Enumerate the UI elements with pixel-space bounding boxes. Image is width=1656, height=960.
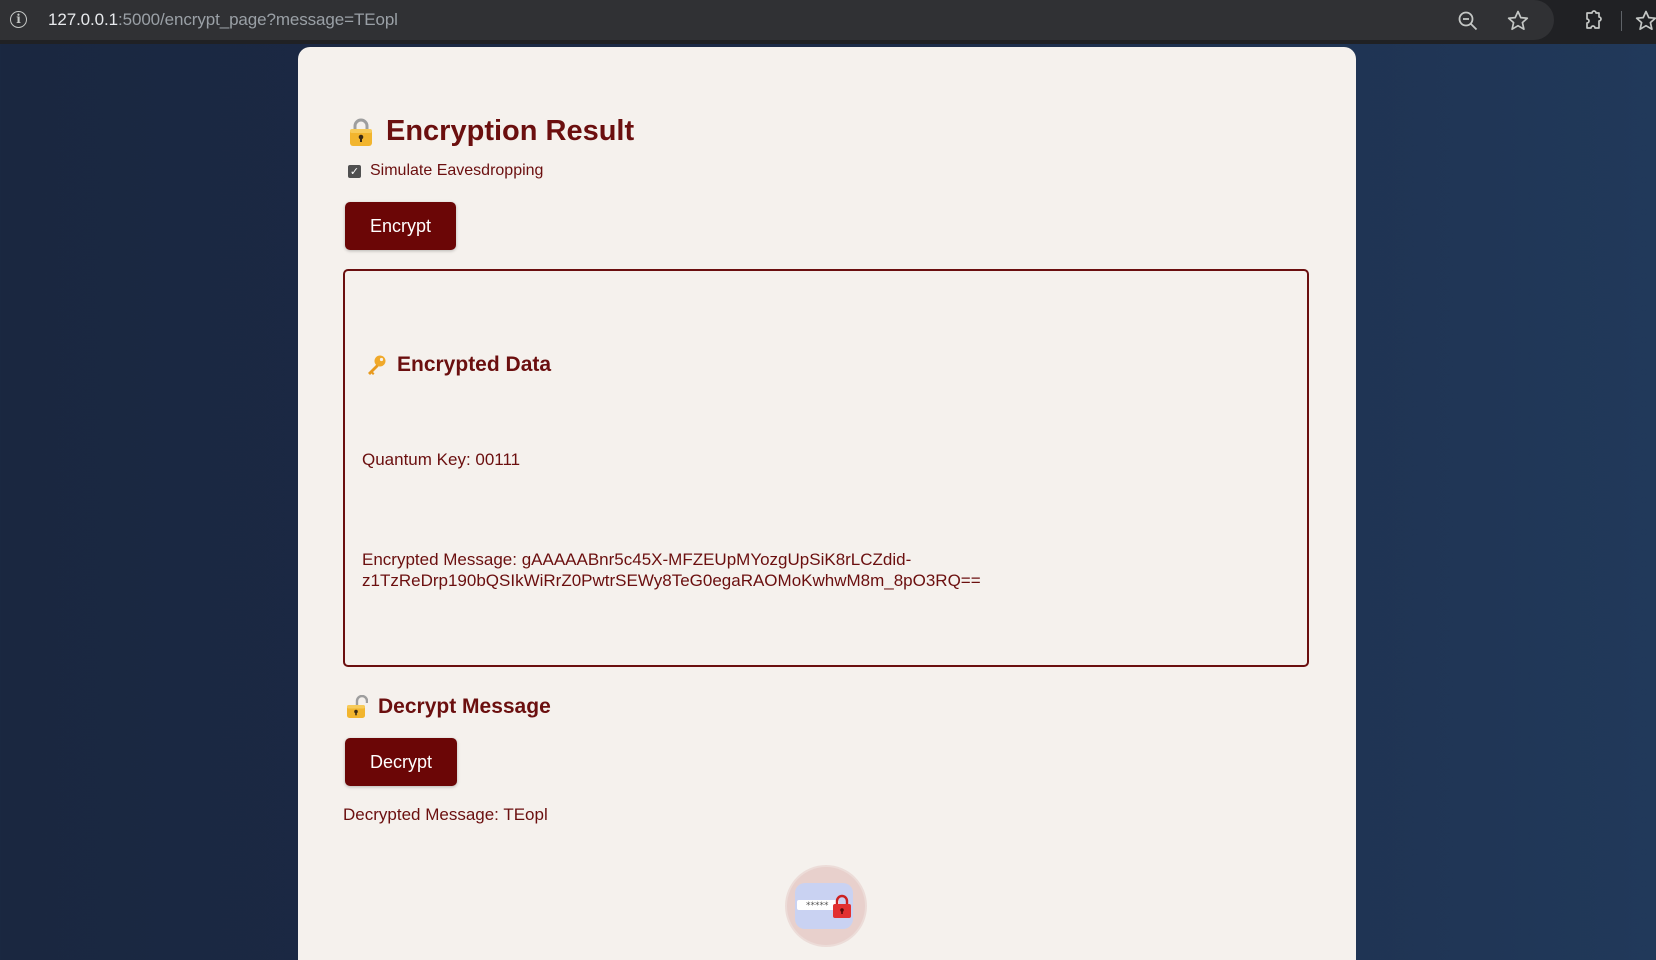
reading-list-icon[interactable] bbox=[1634, 9, 1656, 33]
decrypt-heading-text: Decrypt Message bbox=[378, 695, 551, 718]
browser-toolbar: i 127.0.0.1:5000/encrypt_page?message=TE… bbox=[0, 0, 1656, 44]
zoom-out-icon[interactable] bbox=[1456, 9, 1480, 33]
svg-text:*****: ***** bbox=[806, 901, 829, 911]
key-icon bbox=[368, 355, 386, 375]
quantum-key-text: Quantum Key: 00111 bbox=[362, 450, 521, 469]
page-title-text: Encryption Result bbox=[386, 115, 635, 147]
unlock-icon bbox=[347, 695, 368, 718]
lock-icon bbox=[350, 118, 372, 146]
decrypted-message-text: Decrypted Message: TEopl bbox=[343, 805, 548, 824]
extensions-icon[interactable] bbox=[1580, 9, 1604, 33]
address-bar[interactable]: i 127.0.0.1:5000/encrypt_page?message=TE… bbox=[0, 0, 1554, 40]
encrypted-data-panel: Encrypted Data Quantum Key: 00111 Encryp… bbox=[343, 269, 1309, 667]
encrypted-data-heading: Encrypted Data bbox=[365, 353, 551, 377]
encrypt-button[interactable]: Encrypt bbox=[345, 202, 456, 250]
url-host: 127.0.0.1 bbox=[48, 10, 118, 29]
url-text[interactable]: 127.0.0.1:5000/encrypt_page?message=TEop… bbox=[48, 10, 398, 30]
encrypted-message-text: Encrypted Message: gAAAAABnr5c45X-MFZEUp… bbox=[362, 550, 981, 590]
page-title: Encryption Result bbox=[348, 115, 634, 148]
password-lock-logo: ***** bbox=[787, 867, 865, 945]
encrypted-data-heading-text: Encrypted Data bbox=[397, 353, 552, 376]
toolbar-divider bbox=[1621, 11, 1622, 31]
url-path: :5000/encrypt_page?message=TEopl bbox=[118, 10, 398, 29]
eavesdrop-label[interactable]: Simulate Eavesdropping bbox=[370, 162, 543, 180]
decrypt-heading: Decrypt Message bbox=[346, 695, 551, 719]
info-icon[interactable]: i bbox=[10, 11, 27, 28]
password-lock-logo-icon: ***** bbox=[795, 883, 853, 929]
encryption-card: Encryption Result ✓ Simulate Eavesdroppi… bbox=[298, 47, 1356, 960]
bookmark-star-icon[interactable] bbox=[1506, 9, 1530, 33]
eavesdrop-option[interactable]: ✓ Simulate Eavesdropping bbox=[348, 162, 543, 180]
decrypt-button[interactable]: Decrypt bbox=[345, 738, 457, 786]
eavesdrop-checkbox[interactable]: ✓ bbox=[348, 164, 361, 178]
